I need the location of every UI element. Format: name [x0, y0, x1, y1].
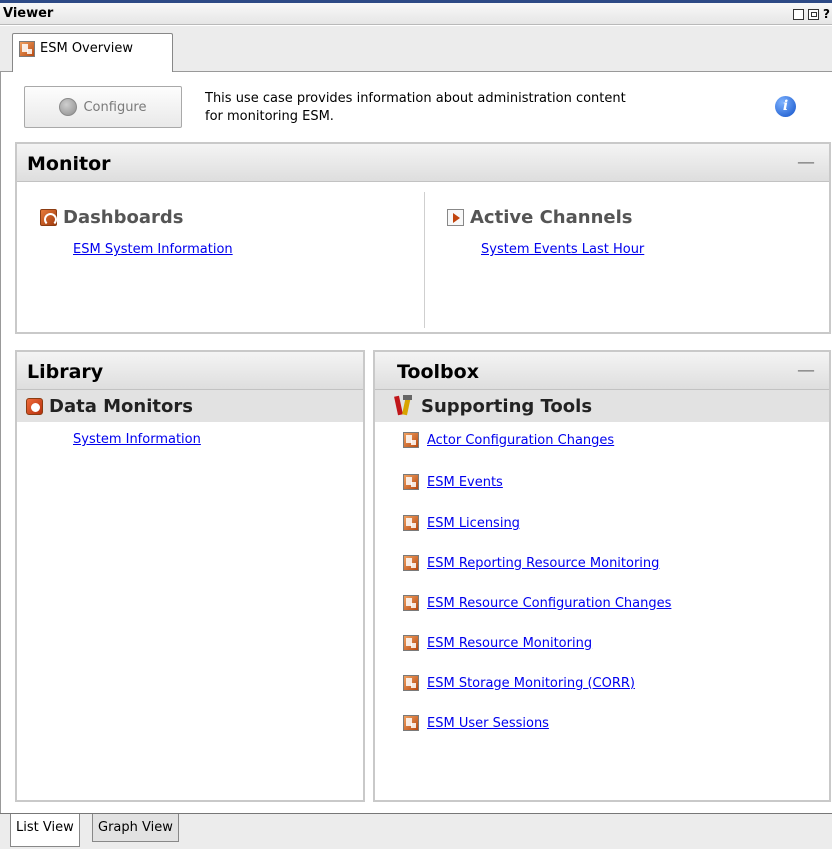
active-channels-heading: Active Channels — [447, 207, 632, 228]
tab-label: ESM Overview — [40, 41, 134, 56]
link-system-events-last-hour[interactable]: System Events Last Hour — [481, 242, 644, 257]
monitor-divider — [424, 192, 425, 328]
monitor-title: Monitor — [27, 153, 111, 175]
use-case-icon — [403, 675, 419, 691]
dashboards-title: Dashboards — [63, 207, 184, 228]
toolbox-panel: Toolbox — Supporting Tools Actor Configu… — [373, 350, 831, 802]
tab-graph-view[interactable]: Graph View — [92, 814, 179, 842]
configure-button[interactable]: Configure — [24, 86, 182, 128]
configure-icon — [59, 98, 78, 116]
supporting-tools-heading: Supporting Tools — [375, 390, 829, 422]
collapse-icon[interactable]: — — [797, 154, 815, 172]
data-monitor-icon — [26, 397, 43, 415]
use-case-icon — [403, 432, 419, 448]
toolbox-header: Toolbox — — [375, 352, 829, 390]
link-esm-resource-configuration-changes[interactable]: ESM Resource Configuration Changes — [427, 596, 671, 611]
library-header: Library — [17, 352, 363, 390]
link-esm-system-information[interactable]: ESM System Information — [73, 242, 233, 257]
viewer-title-bar: Viewer ? — [0, 3, 832, 25]
active-channels-title: Active Channels — [470, 207, 633, 228]
use-case-icon — [403, 595, 419, 611]
list-item: ESM User Sessions — [403, 715, 549, 731]
use-case-icon — [403, 515, 419, 531]
restore-icon[interactable] — [808, 9, 820, 20]
link-esm-storage-monitoring[interactable]: ESM Storage Monitoring (CORR) — [427, 676, 635, 691]
supporting-tools-title: Supporting Tools — [421, 395, 593, 417]
monitor-panel: Monitor — Dashboards ESM System Informat… — [15, 142, 831, 334]
list-item: ESM Resource Configuration Changes — [403, 595, 671, 611]
library-panel: Library Data Monitors System Information — [15, 350, 365, 802]
dashboard-icon — [40, 209, 57, 226]
use-case-icon — [403, 555, 419, 571]
use-case-icon — [19, 41, 35, 57]
use-case-icon — [403, 474, 419, 490]
list-item: ESM Events — [403, 474, 503, 490]
library-title: Library — [27, 361, 104, 383]
toolbox-title: Toolbox — [397, 361, 479, 383]
use-case-description: This use case provides information about… — [205, 90, 725, 126]
list-item: Actor Configuration Changes — [403, 432, 614, 448]
viewer-title: Viewer — [3, 6, 54, 21]
description-line-2: for monitoring ESM. — [205, 109, 334, 124]
link-esm-reporting-resource-monitoring[interactable]: ESM Reporting Resource Monitoring — [427, 556, 659, 571]
use-case-icon — [403, 635, 419, 651]
list-item: ESM Licensing — [403, 515, 520, 531]
use-case-icon — [403, 715, 419, 731]
tab-strip: ESM Overview — [0, 26, 832, 73]
tab-esm-overview[interactable]: ESM Overview — [12, 33, 173, 73]
dashboards-heading: Dashboards — [40, 207, 184, 228]
description-line-1: This use case provides information about… — [205, 91, 626, 106]
info-icon[interactable]: i — [775, 96, 796, 117]
link-esm-licensing[interactable]: ESM Licensing — [427, 516, 520, 531]
maximize-icon[interactable] — [793, 9, 805, 20]
list-item: ESM Resource Monitoring — [403, 635, 592, 651]
help-icon[interactable]: ? — [823, 6, 830, 22]
data-monitors-heading: Data Monitors — [17, 390, 363, 422]
tools-icon — [393, 395, 415, 417]
bottom-tab-strip: List View Graph View — [0, 813, 832, 849]
list-item: ESM Reporting Resource Monitoring — [403, 555, 659, 571]
link-actor-configuration-changes[interactable]: Actor Configuration Changes — [427, 433, 614, 448]
monitor-header: Monitor — — [17, 144, 829, 182]
configure-label: Configure — [83, 99, 147, 115]
tab-list-view[interactable]: List View — [10, 814, 80, 847]
active-channel-icon — [447, 209, 464, 226]
list-item: ESM Storage Monitoring (CORR) — [403, 675, 635, 691]
content-area: Configure This use case provides informa… — [0, 72, 832, 813]
link-esm-events[interactable]: ESM Events — [427, 475, 503, 490]
data-monitors-title: Data Monitors — [49, 395, 193, 417]
link-system-information[interactable]: System Information — [73, 432, 201, 447]
link-esm-user-sessions[interactable]: ESM User Sessions — [427, 716, 549, 731]
collapse-icon[interactable]: — — [797, 362, 815, 380]
window-controls: ? — [793, 6, 830, 22]
link-esm-resource-monitoring[interactable]: ESM Resource Monitoring — [427, 636, 592, 651]
